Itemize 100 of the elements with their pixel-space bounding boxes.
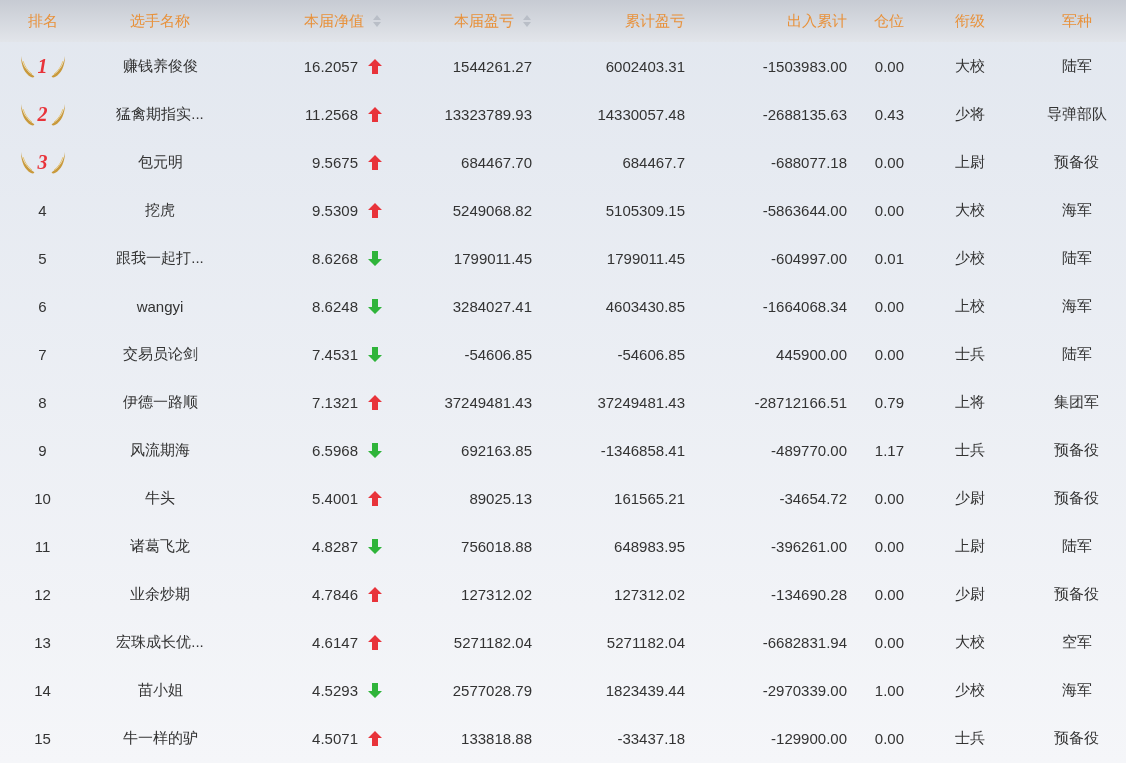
total-profit: 161565.21	[614, 489, 685, 507]
net-deposit: -2688135.63	[762, 105, 847, 123]
rank-title: 士兵	[954, 344, 985, 364]
net-deposit: -489770.00	[771, 441, 847, 459]
period-profit: 127312.02	[461, 585, 532, 603]
period-profit: -54606.85	[464, 345, 532, 363]
period-profit: 37249481.43	[444, 393, 532, 411]
position-ratio: 1.00	[874, 681, 904, 699]
rank-number: 3	[37, 150, 48, 174]
player-name: 诸葛飞龙	[130, 536, 190, 556]
position-ratio: 0.79	[874, 393, 904, 411]
net-value: 4.7846	[312, 585, 358, 603]
period-profit: 684467.70	[461, 153, 532, 171]
service-branch: 陆军	[1061, 344, 1092, 364]
rank-title: 大校	[954, 200, 985, 220]
service-branch: 预备役	[1054, 152, 1099, 172]
position-ratio: 0.00	[874, 633, 904, 651]
period-profit: 5249068.82	[452, 201, 532, 219]
total-profit: -33437.18	[617, 729, 685, 747]
service-branch: 导弹部队	[1046, 104, 1107, 124]
rank-title: 少将	[954, 104, 985, 124]
rank-title: 大校	[954, 632, 985, 652]
rank-number: 14	[34, 681, 51, 699]
net-value: 4.6147	[312, 633, 358, 651]
period-profit: 2577028.79	[452, 681, 532, 699]
column-header: 选手名称	[130, 11, 190, 31]
net-deposit: -28712166.51	[754, 393, 847, 411]
player-name: 猛禽期指实...	[116, 104, 204, 124]
sort-icon[interactable]	[522, 14, 532, 28]
rank-title: 少校	[954, 680, 985, 700]
net-deposit: -604997.00	[771, 249, 847, 267]
rank-number: 4	[38, 201, 47, 219]
player-name: 牛头	[145, 488, 175, 508]
net-deposit: -1664068.34	[762, 297, 847, 315]
column-header[interactable]: 本届盈亏	[454, 11, 514, 31]
period-profit: 1544261.27	[452, 57, 532, 75]
rank-number: 10	[34, 489, 51, 507]
service-branch: 陆军	[1061, 56, 1092, 76]
period-profit: 13323789.93	[444, 105, 532, 123]
player-name: 交易员论剑	[122, 344, 198, 364]
service-branch: 海军	[1061, 680, 1092, 700]
player-name: 跟我一起打...	[116, 248, 204, 268]
player-name: 苗小姐	[137, 680, 183, 700]
total-profit: 5105309.15	[605, 201, 685, 219]
rank-title: 少尉	[954, 488, 985, 508]
position-ratio: 0.00	[874, 297, 904, 315]
period-profit: 89025.13	[469, 489, 532, 507]
position-ratio: 0.43	[874, 105, 904, 123]
rank-number: 5	[38, 249, 47, 267]
rank-number: 15	[34, 729, 51, 747]
service-branch: 预备役	[1054, 440, 1099, 460]
total-profit: -1346858.41	[600, 441, 685, 459]
total-profit: 5271182.04	[606, 633, 685, 651]
column-header[interactable]: 本届净值	[304, 11, 364, 31]
rank-number: 6	[38, 297, 47, 315]
column-header: 衔级	[954, 11, 985, 31]
rank-number: 12	[34, 585, 51, 603]
position-ratio: 1.17	[874, 441, 904, 459]
service-branch: 预备役	[1054, 584, 1099, 604]
player-name: 伊德一路顺	[122, 392, 198, 412]
net-value: 4.5293	[312, 681, 358, 699]
period-profit: 1799011.45	[453, 249, 532, 267]
player-name: 赚钱养俊俊	[122, 56, 198, 76]
column-header: 仓位	[874, 11, 904, 31]
position-ratio: 0.00	[874, 489, 904, 507]
rank-title: 士兵	[954, 440, 985, 460]
net-value: 7.1321	[312, 393, 358, 411]
total-profit: 127312.02	[614, 585, 685, 603]
net-deposit: -396261.00	[771, 537, 847, 555]
player-name: 业余炒期	[130, 584, 190, 604]
column-header: 累计盈亏	[625, 11, 685, 31]
service-branch: 海军	[1061, 296, 1092, 316]
rank-title: 大校	[954, 56, 985, 76]
rank-number: 7	[38, 345, 47, 363]
total-profit: 37249481.43	[597, 393, 685, 411]
total-profit: 1799011.45	[606, 249, 685, 267]
total-profit: 6002403.31	[605, 57, 685, 75]
net-deposit: -688077.18	[771, 153, 847, 171]
rank-number: 8	[38, 393, 47, 411]
rank-title: 少校	[954, 248, 985, 268]
period-profit: 692163.85	[461, 441, 532, 459]
player-name: 挖虎	[145, 200, 175, 220]
net-value: 5.4001	[312, 489, 358, 507]
total-profit: 4603430.85	[605, 297, 685, 315]
net-deposit: -1503983.00	[762, 57, 847, 75]
rank-number: 9	[38, 441, 47, 459]
net-deposit: -134690.28	[771, 585, 847, 603]
period-profit: 756018.88	[461, 537, 532, 555]
total-profit: 684467.7	[622, 153, 685, 171]
service-branch: 集团军	[1054, 392, 1099, 412]
net-deposit: -2970339.00	[762, 681, 847, 699]
net-value: 6.5968	[312, 441, 358, 459]
position-ratio: 0.00	[874, 57, 904, 75]
net-value: 9.5675	[312, 153, 358, 171]
rank-number: 11	[34, 537, 51, 555]
sort-icon[interactable]	[372, 14, 382, 28]
service-branch: 空军	[1061, 632, 1092, 652]
net-value: 4.8287	[312, 537, 358, 555]
player-name: 风流期海	[130, 440, 190, 460]
net-value: 16.2057	[303, 57, 358, 75]
